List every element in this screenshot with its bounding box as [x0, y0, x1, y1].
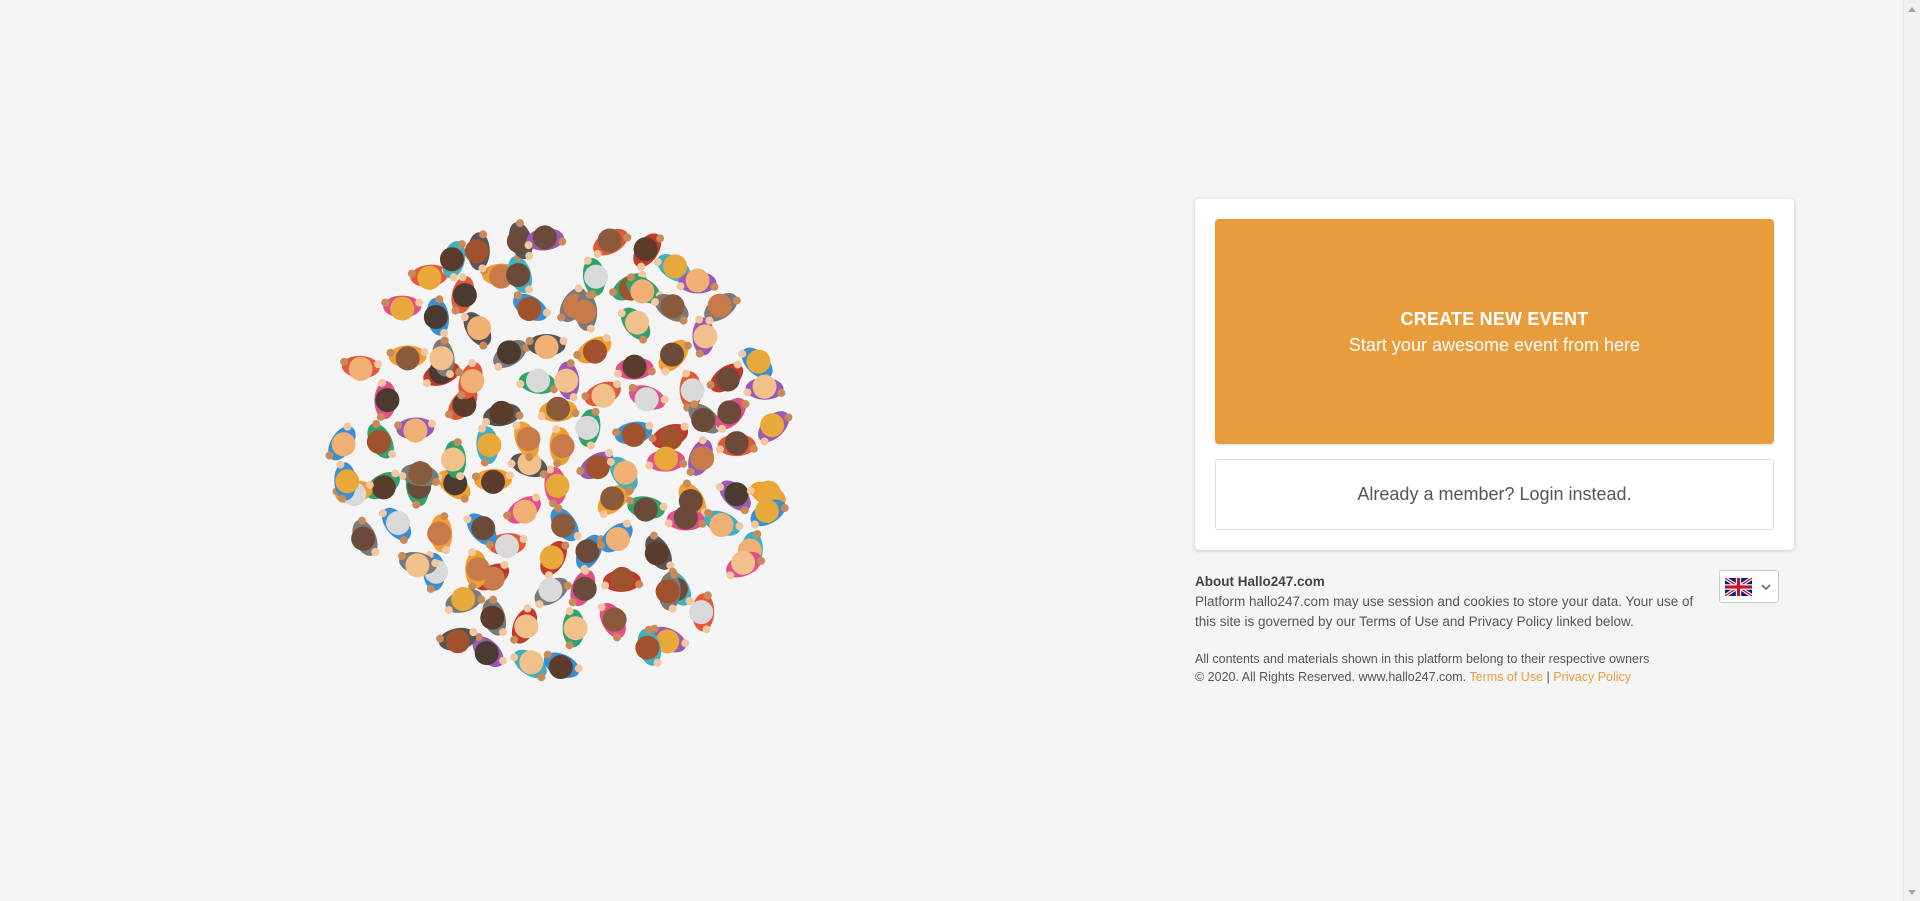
person-figure — [513, 291, 551, 322]
person-figure — [554, 359, 580, 402]
person-figure — [394, 417, 437, 443]
right-column: CREATE NEW EVENT Start your awesome even… — [1195, 199, 1794, 686]
about-text: Platform hallo247.com may use session an… — [1195, 594, 1694, 629]
create-event-title: CREATE NEW EVENT — [1400, 308, 1589, 329]
person-figure — [612, 421, 654, 447]
person-figure — [351, 516, 380, 556]
person-figure — [581, 380, 622, 408]
action-card: CREATE NEW EVENT Start your awesome even… — [1195, 199, 1794, 550]
person-figure — [423, 295, 450, 337]
person-figure — [593, 228, 632, 258]
person-figure — [689, 591, 715, 634]
person-figure — [549, 425, 575, 468]
terms-of-use-link[interactable]: Terms of Use — [1469, 670, 1543, 684]
person-figure — [686, 436, 715, 476]
person-figure — [626, 496, 668, 522]
person-figure — [427, 512, 453, 555]
privacy-policy-link[interactable]: Privacy Policy — [1553, 670, 1631, 684]
person-figure — [374, 378, 400, 421]
about-section: About Hallo247.com Platform hallo247.com… — [1195, 570, 1794, 632]
language-select[interactable] — [1719, 570, 1779, 603]
person-figure — [464, 230, 490, 273]
person-figure — [758, 411, 793, 446]
scroll-down-icon[interactable] — [1904, 884, 1920, 901]
person-figure — [516, 368, 558, 394]
crowd-illustration — [310, 200, 810, 700]
person-figure — [503, 493, 541, 524]
person-figure — [525, 334, 568, 359]
person-figure — [715, 431, 758, 457]
login-button[interactable]: Already a member? Login instead. — [1215, 459, 1774, 530]
create-event-button[interactable]: CREATE NEW EVENT Start your awesome even… — [1215, 219, 1774, 444]
person-figure — [628, 383, 669, 412]
person-figure — [524, 225, 567, 251]
landing-page: CREATE NEW EVENT Start your awesome even… — [0, 0, 1920, 901]
person-figure — [381, 295, 424, 321]
person-figure — [476, 424, 502, 467]
crowd-illustration-svg — [325, 219, 793, 682]
uk-flag-icon — [1725, 577, 1752, 596]
person-figure — [471, 468, 514, 494]
person-figure — [366, 420, 397, 459]
person-figure — [601, 566, 644, 592]
person-figure — [645, 446, 688, 472]
person-figure — [597, 602, 627, 642]
person-figure — [562, 607, 588, 650]
about-title: About Hallo247.com — [1195, 574, 1325, 589]
person-figure — [436, 627, 478, 654]
person-figure — [386, 345, 429, 371]
person-figure — [493, 339, 531, 371]
person-figure — [743, 374, 786, 400]
person-figure — [573, 333, 612, 364]
person-figure — [655, 570, 681, 613]
footer-copyright: © 2020. All Rights Reserved. www.hallo24… — [1195, 670, 1467, 684]
scroll-up-icon[interactable] — [1904, 0, 1920, 17]
footer: All contents and materials shown in this… — [1195, 650, 1794, 686]
person-figure — [398, 461, 440, 487]
create-event-subtitle: Start your awesome event from here — [1348, 334, 1641, 355]
person-figure — [325, 422, 356, 461]
vertical-scrollbar[interactable] — [1903, 0, 1920, 901]
footer-separator: | — [1546, 670, 1550, 684]
footer-copyright-line: © 2020. All Rights Reserved. www.hallo24… — [1195, 668, 1794, 686]
person-figure — [539, 540, 570, 580]
chevron-down-icon — [1761, 583, 1771, 590]
person-figure — [617, 307, 651, 344]
footer-ownership-text: All contents and materials shown in this… — [1195, 652, 1650, 666]
person-figure — [613, 354, 656, 380]
person-figure — [510, 604, 539, 644]
person-figure — [340, 355, 383, 381]
